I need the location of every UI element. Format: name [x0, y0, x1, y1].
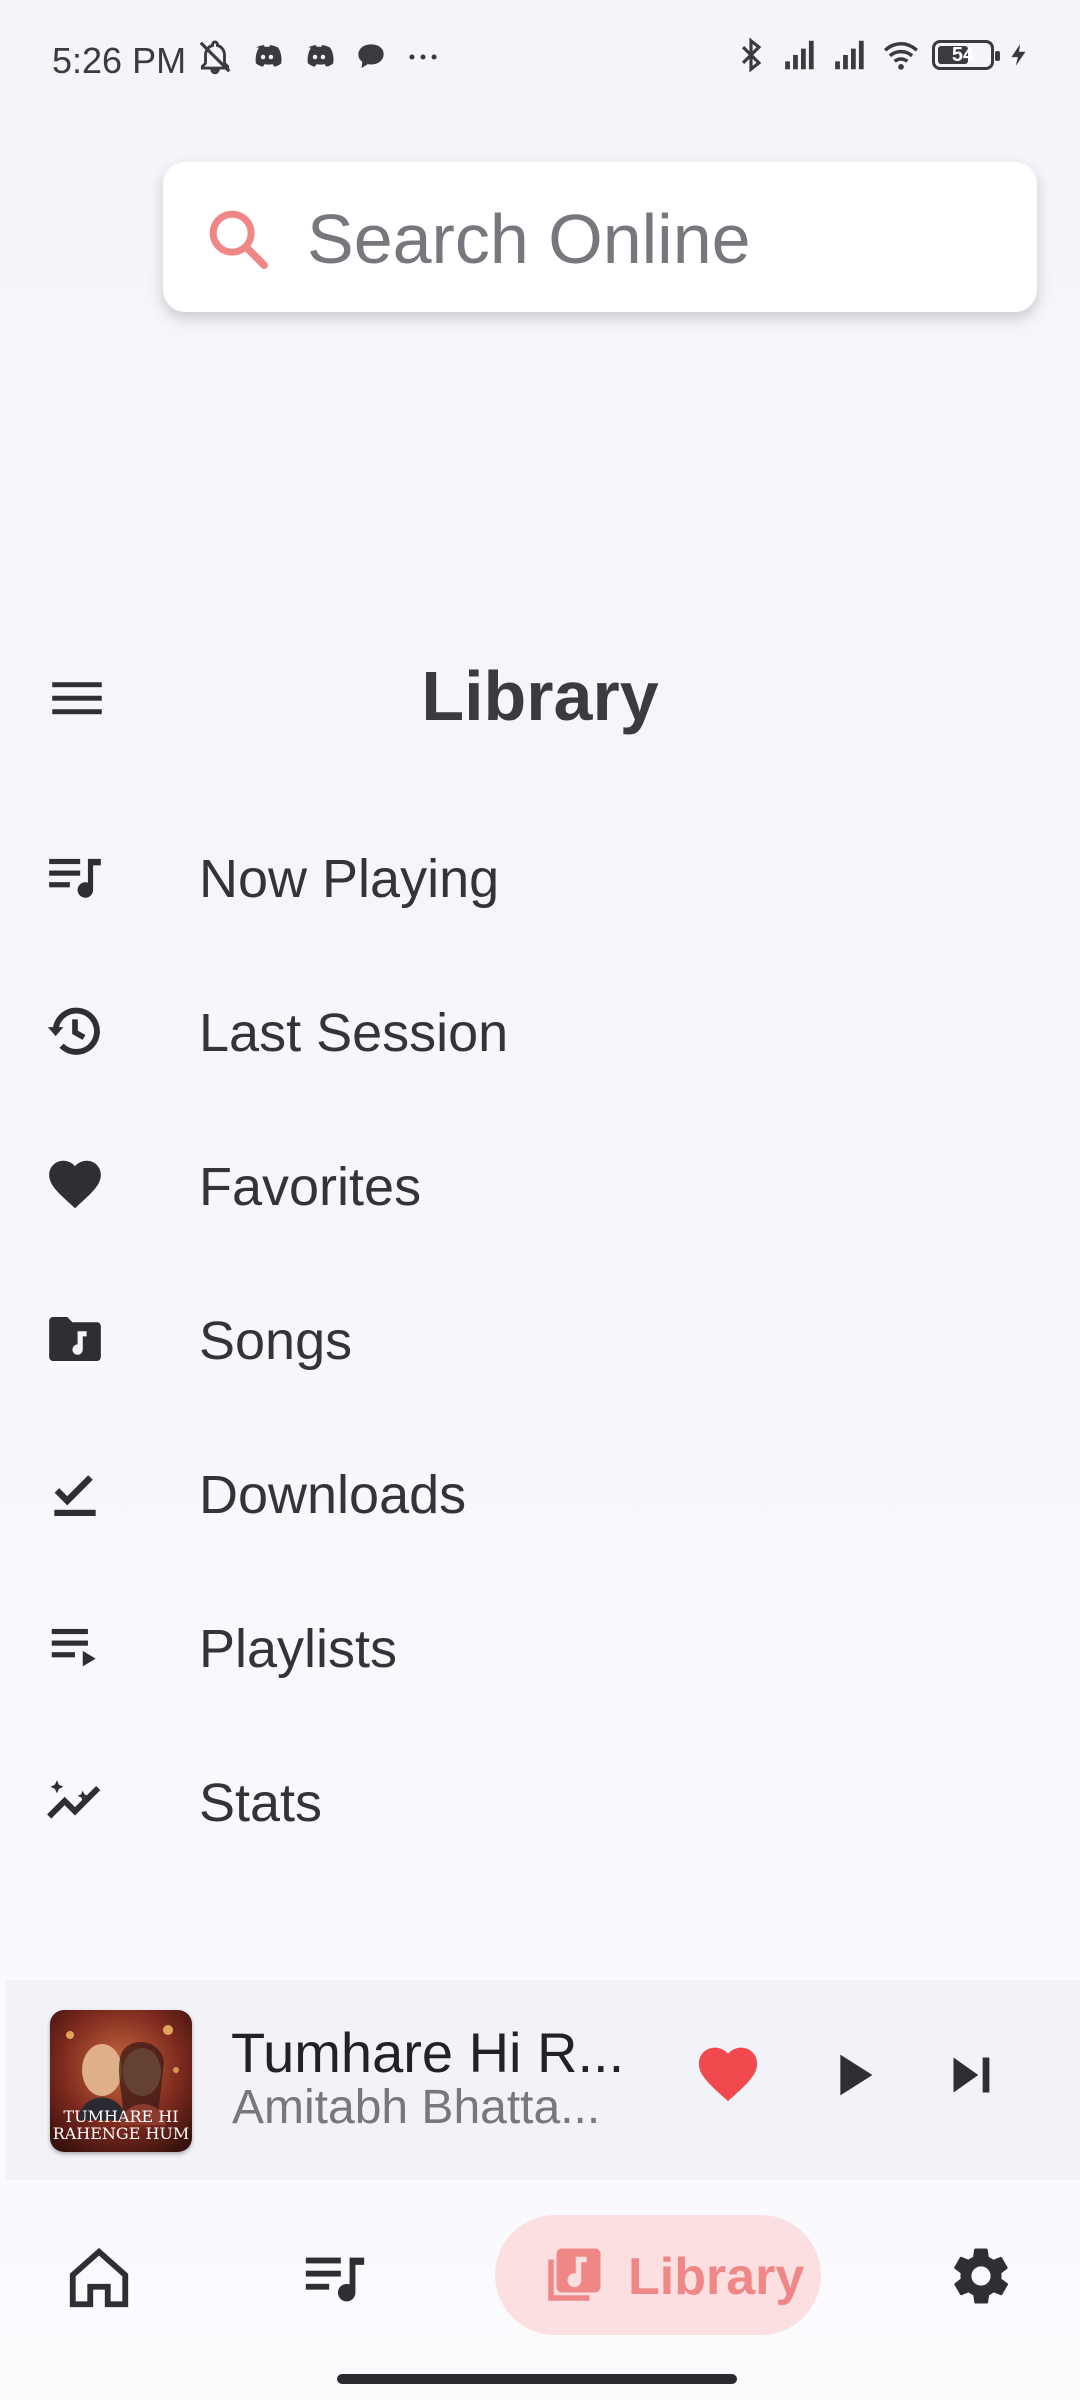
discord-icon: [255, 45, 282, 67]
library-item-playlists[interactable]: Playlists: [0, 1570, 1080, 1724]
search-placeholder: Search Online: [307, 200, 751, 278]
insights-icon: [47, 1780, 101, 1819]
status-time: 5:26 PM: [52, 40, 187, 81]
nav-label-library[interactable]: Library: [628, 2247, 804, 2307]
download-done-icon: [54, 1475, 96, 1516]
more-icon: [409, 54, 437, 60]
history-icon: [47, 1007, 100, 1055]
status-notification-icons: [196, 38, 442, 76]
playlist-play-icon: [51, 1628, 96, 1667]
library-item-stats[interactable]: Stats: [0, 1724, 1080, 1878]
bluetooth-icon: [741, 37, 762, 73]
search-icon: [209, 210, 269, 270]
chat-bubble-icon: [358, 44, 384, 69]
play-icon[interactable]: [817, 2040, 887, 2110]
status-bar: 5:26 PM 54: [0, 0, 1080, 120]
bottom-navigation: Library: [0, 2180, 1080, 2400]
queue-music-icon[interactable]: [300, 2243, 370, 2313]
library-item-label: Last Session: [199, 1003, 509, 1063]
gesture-home-bar[interactable]: [337, 2374, 737, 2384]
charging-bolt-icon: [1011, 44, 1026, 66]
heart-icon: [49, 1160, 101, 1209]
album-art-text: TUMHARE HI RAHENGE HUM: [52, 2107, 190, 2143]
library-item-favorites[interactable]: Favorites: [0, 1108, 1080, 1262]
favorite-heart-icon[interactable]: [693, 2040, 763, 2110]
library-item-songs[interactable]: Songs: [0, 1262, 1080, 1416]
music-folder-icon: [49, 1317, 101, 1361]
library-item-label: Now Playing: [199, 849, 500, 909]
skip-next-icon[interactable]: [936, 2040, 1006, 2110]
bell-off-icon: [199, 40, 231, 75]
library-item-label: Stats: [199, 1773, 323, 1833]
page-title: Library: [421, 657, 659, 735]
signal-icon: [835, 40, 864, 70]
album-art: TUMHARE HI RAHENGE HUM: [50, 2010, 192, 2152]
library-item-label: Songs: [199, 1311, 353, 1371]
library-item-label: Playlists: [199, 1619, 398, 1679]
library-item-label: Favorites: [199, 1157, 422, 1217]
wifi-icon: [883, 41, 919, 70]
status-system-icons: 54: [732, 36, 1032, 74]
discord-icon: [307, 45, 334, 67]
settings-icon[interactable]: [948, 2243, 1014, 2309]
library-item-now-playing[interactable]: Now Playing: [0, 800, 1080, 954]
home-icon[interactable]: [64, 2243, 134, 2313]
library-item-last-session[interactable]: Last Session: [0, 954, 1080, 1108]
search-bar[interactable]: Search Online: [163, 162, 1037, 312]
library-item-label: Downloads: [199, 1465, 467, 1525]
library-item-downloads[interactable]: Downloads: [0, 1416, 1080, 1570]
battery-icon: 54: [932, 40, 1000, 70]
battery-level: 54: [951, 44, 975, 66]
library-music-icon[interactable]: [540, 2243, 606, 2309]
track-title: Tumhare Hi R...: [231, 2021, 625, 2084]
signal-icon: [785, 40, 814, 70]
queue-music-icon: [49, 858, 101, 898]
mini-player[interactable]: TUMHARE HI RAHENGE HUM Tumhare Hi R... A…: [6, 1980, 1080, 2180]
track-artist: Amitabh Bhatta...: [232, 2081, 601, 2134]
